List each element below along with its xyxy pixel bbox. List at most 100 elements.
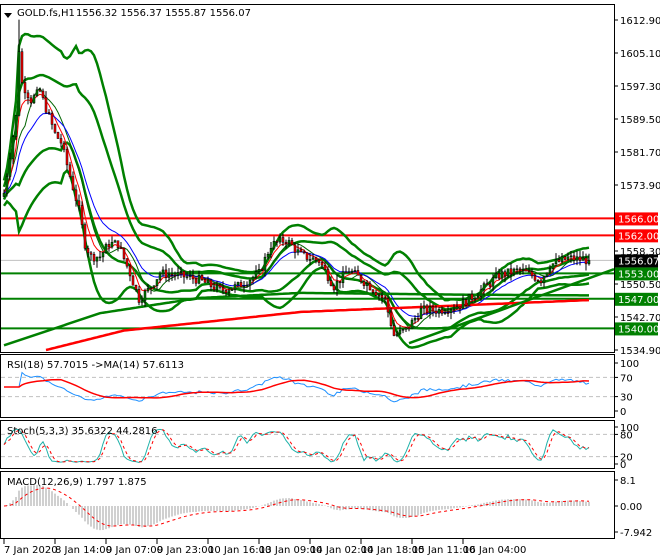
candle bbox=[503, 271, 507, 277]
candle bbox=[455, 306, 459, 310]
candle bbox=[125, 258, 129, 267]
candle bbox=[371, 289, 375, 293]
candle bbox=[23, 82, 27, 94]
candle bbox=[116, 240, 120, 248]
candle bbox=[323, 264, 327, 270]
candle bbox=[68, 164, 72, 177]
candle bbox=[392, 325, 396, 336]
candle bbox=[5, 176, 9, 194]
candle bbox=[365, 283, 369, 286]
candle bbox=[548, 268, 552, 274]
candle bbox=[158, 273, 162, 280]
candle bbox=[332, 285, 336, 291]
price-axis-label: 1605.10 bbox=[620, 49, 660, 60]
candle bbox=[179, 270, 183, 273]
candle bbox=[26, 92, 30, 99]
price-level-label: 1566.00 bbox=[618, 214, 659, 225]
rsi-axis-label: 0 bbox=[620, 407, 626, 418]
candle bbox=[446, 312, 450, 314]
candle bbox=[137, 288, 141, 303]
candle bbox=[575, 256, 579, 261]
candle bbox=[143, 290, 147, 301]
candle bbox=[32, 95, 36, 104]
candle bbox=[554, 259, 558, 264]
candle bbox=[398, 329, 402, 335]
candle bbox=[557, 259, 561, 262]
macd-axis-label: 8.1 bbox=[620, 476, 636, 487]
candle bbox=[479, 289, 483, 297]
candle bbox=[266, 253, 270, 258]
candle bbox=[71, 176, 75, 191]
candle bbox=[422, 305, 426, 309]
candle bbox=[89, 252, 93, 255]
candle bbox=[194, 278, 198, 284]
candle bbox=[35, 89, 39, 96]
candle bbox=[341, 271, 345, 284]
candle bbox=[161, 269, 165, 275]
candle bbox=[260, 269, 264, 271]
candle bbox=[431, 306, 435, 312]
candle bbox=[569, 255, 573, 258]
candle bbox=[149, 287, 153, 289]
candle bbox=[173, 274, 177, 277]
time-axis-label: 16 Jan 04:00 bbox=[463, 545, 526, 556]
candle bbox=[407, 327, 411, 329]
candle bbox=[20, 51, 24, 83]
candle bbox=[434, 310, 438, 314]
candle bbox=[83, 224, 87, 249]
chart-symbol: GOLD.fs,H1 bbox=[17, 8, 75, 19]
candle bbox=[287, 240, 291, 244]
candle bbox=[74, 189, 78, 202]
candle bbox=[218, 284, 222, 288]
candle bbox=[560, 256, 564, 262]
candle bbox=[188, 275, 192, 277]
candle bbox=[470, 293, 474, 300]
candle bbox=[170, 274, 174, 276]
candle bbox=[359, 274, 363, 282]
candle bbox=[95, 256, 99, 262]
candle bbox=[215, 284, 219, 291]
chart-ohlc: 1556.32 1556.37 1555.87 1556.07 bbox=[76, 8, 251, 19]
candle bbox=[62, 142, 66, 150]
candle bbox=[425, 305, 429, 314]
candle bbox=[53, 124, 57, 133]
price-level-label: 1547.00 bbox=[618, 295, 659, 306]
main-panel[interactable] bbox=[0, 4, 615, 353]
stoch-axis-label: 0 bbox=[620, 460, 626, 471]
price-axis-label: 1612.90 bbox=[620, 16, 660, 27]
macd-axis-label: -7.942 bbox=[620, 528, 652, 539]
candle bbox=[542, 276, 546, 284]
candle bbox=[374, 291, 378, 296]
candle bbox=[584, 257, 588, 265]
candle bbox=[302, 251, 306, 254]
stoch-label: Stoch(5,3,3) 35.6322 44.2816 bbox=[7, 426, 158, 437]
candle bbox=[572, 255, 576, 261]
candle bbox=[587, 260, 591, 265]
candle bbox=[551, 263, 555, 269]
candle bbox=[251, 276, 255, 281]
candle bbox=[440, 309, 444, 314]
candle bbox=[80, 205, 84, 225]
candle bbox=[308, 259, 312, 261]
candle bbox=[17, 51, 21, 116]
candle bbox=[38, 89, 42, 92]
time-axis-label: 7 Jan 2020 bbox=[4, 545, 58, 556]
candle bbox=[482, 283, 486, 291]
price-axis-label: 1597.30 bbox=[620, 82, 660, 93]
candle bbox=[386, 298, 390, 313]
candle bbox=[257, 269, 261, 272]
trading-chart[interactable]: 1612.90 1605.10 1597.30 1589.50 1581.70 1573.… bbox=[0, 0, 660, 560]
candle bbox=[320, 262, 324, 266]
candle bbox=[212, 286, 216, 291]
candle bbox=[290, 240, 294, 246]
candle bbox=[119, 247, 123, 249]
candle bbox=[254, 271, 258, 278]
candle bbox=[8, 158, 12, 177]
candle bbox=[299, 249, 303, 253]
candle bbox=[59, 138, 63, 144]
candle bbox=[461, 299, 465, 309]
candle bbox=[401, 329, 405, 331]
candle bbox=[56, 132, 60, 139]
candle bbox=[248, 280, 252, 286]
candle bbox=[377, 295, 381, 297]
